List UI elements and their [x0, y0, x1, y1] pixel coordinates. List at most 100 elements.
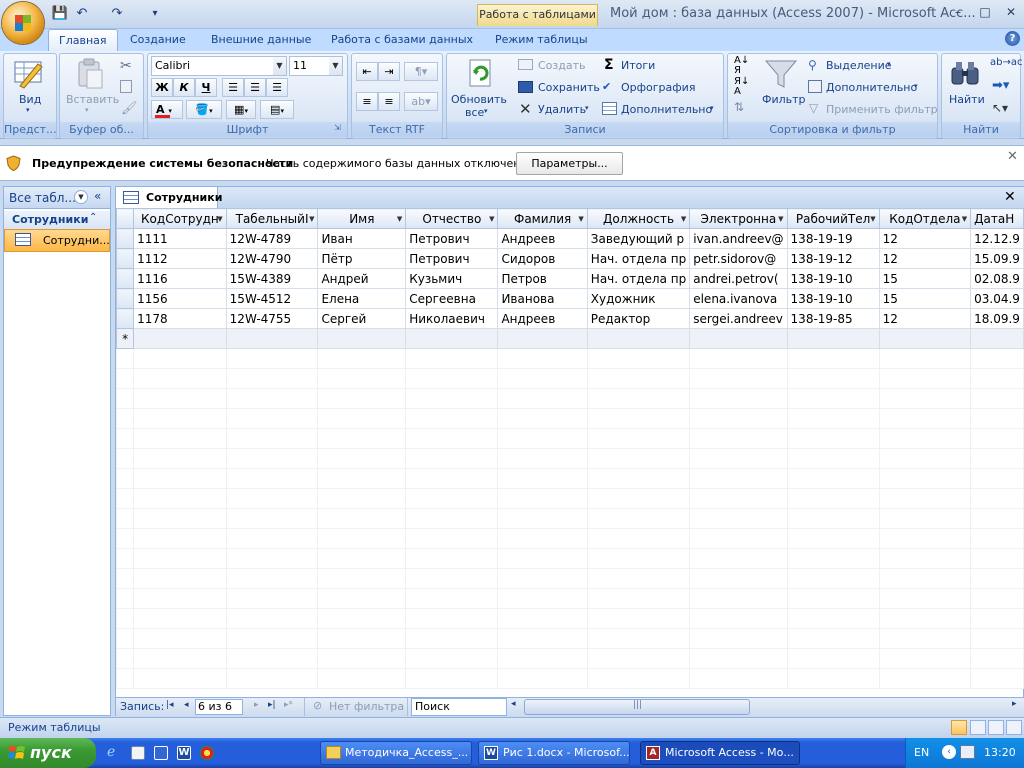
- column-dropdown-icon[interactable]: ▼: [489, 215, 494, 223]
- datasheet-view-icon[interactable]: [951, 720, 967, 735]
- align-left-button[interactable]: ☰: [222, 78, 244, 97]
- table-cell[interactable]: Кузьмич: [405, 268, 499, 289]
- table-cell[interactable]: 15: [878, 288, 972, 309]
- scroll-right-icon[interactable]: ▸: [1012, 699, 1017, 709]
- selection-dropdown-icon[interactable]: ▾: [887, 60, 891, 68]
- table-cell[interactable]: [497, 328, 588, 349]
- table-cell[interactable]: 03.04.9: [970, 288, 1024, 309]
- gridlines-button[interactable]: ▦▾: [226, 100, 256, 119]
- tab-external-data[interactable]: Внешние данные: [201, 29, 321, 51]
- advanced-filter-button[interactable]: Дополнительно: [826, 81, 917, 94]
- table-cell[interactable]: Нач. отдела пр: [586, 268, 691, 289]
- table-cell[interactable]: 1112: [133, 248, 227, 269]
- nav-pane-dropdown-icon[interactable]: ▼: [74, 190, 88, 204]
- scroll-left-icon[interactable]: ◂: [511, 699, 516, 709]
- select-all-corner[interactable]: [115, 208, 135, 229]
- nav-item-employees-table[interactable]: Сотрудни...: [4, 229, 110, 252]
- table-cell[interactable]: 12.12.9: [970, 228, 1024, 249]
- refresh-button[interactable]: Обновить: [451, 93, 507, 106]
- highlight-icon[interactable]: ab▾: [404, 92, 438, 111]
- find-button[interactable]: Найти: [949, 93, 985, 106]
- font-name-combo[interactable]: Calibri ▼: [151, 56, 287, 76]
- sort-descending-icon[interactable]: Я↓ A: [734, 77, 749, 97]
- column-header[interactable]: Должность ▼: [586, 208, 691, 229]
- table-cell[interactable]: 1156: [133, 288, 227, 309]
- table-row[interactable]: 1116 15W-4389 Андрей Кузьмич Петров Нач. отде…: [115, 268, 1024, 289]
- table-cell[interactable]: 15.09.9: [970, 248, 1024, 269]
- format-painter-icon[interactable]: 🖌: [121, 101, 138, 116]
- table-cell[interactable]: Елена: [317, 288, 407, 309]
- table-cell[interactable]: 12W-4790: [225, 248, 319, 269]
- table-cell[interactable]: [786, 328, 880, 349]
- font-size-combo[interactable]: 11 ▼: [289, 56, 343, 76]
- qat-redo-icon[interactable]: ↷: [108, 5, 126, 23]
- table-cell[interactable]: elena.ivanova: [689, 288, 788, 309]
- table-cell[interactable]: [225, 328, 319, 349]
- new-record-nav-icon[interactable]: ▸*: [284, 700, 293, 710]
- tab-database-tools[interactable]: Работа с базами данных: [321, 29, 483, 51]
- table-cell[interactable]: sergei.andreev: [689, 308, 788, 329]
- new-record-row[interactable]: *: [115, 328, 1024, 349]
- table-cell[interactable]: Иван: [317, 228, 407, 249]
- column-dropdown-icon[interactable]: ▼: [962, 215, 967, 223]
- refresh-button-line2[interactable]: все: [465, 106, 484, 119]
- table-cell[interactable]: 18.09.9: [970, 308, 1024, 329]
- filter-indicator[interactable]: ⊘ Нет фильтра: [304, 698, 408, 716]
- table-cell[interactable]: 15: [878, 268, 972, 289]
- table-cell[interactable]: [970, 328, 1024, 349]
- advanced-filter-dropdown-icon[interactable]: ▾: [914, 82, 918, 90]
- table-cell[interactable]: [405, 328, 499, 349]
- filter-button[interactable]: Фильтр: [762, 93, 806, 106]
- taskbar-window-word[interactable]: W Рис 1.docx - Microsof...: [478, 741, 630, 765]
- column-header[interactable]: КодОтдела ▼: [878, 208, 972, 229]
- table-cell[interactable]: [317, 328, 407, 349]
- table-cell[interactable]: Сидоров: [497, 248, 588, 269]
- table-cell[interactable]: Сергей: [317, 308, 407, 329]
- table-cell[interactable]: petr.sidorov@: [689, 248, 788, 269]
- record-selector[interactable]: [115, 268, 135, 289]
- table-cell[interactable]: Сергеевна: [405, 288, 499, 309]
- nav-pane-header[interactable]: Все табл... ▼ «: [4, 187, 110, 209]
- bold-button[interactable]: Ж: [151, 78, 173, 97]
- more-records-button[interactable]: Дополнительно: [621, 103, 712, 116]
- table-row[interactable]: 1112 12W-4790 Пётр Петрович Сидоров Нач. отде…: [115, 248, 1024, 269]
- table-row[interactable]: 1156 15W-4512 Елена Сергеевна Иванова Художни…: [115, 288, 1024, 309]
- column-dropdown-icon[interactable]: ▼: [778, 215, 783, 223]
- horizontal-scroll-thumb[interactable]: |||: [524, 699, 750, 715]
- qat-undo-icon[interactable]: ↶: [73, 5, 91, 23]
- security-options-button[interactable]: Параметры...: [516, 152, 623, 175]
- table-cell[interactable]: 12: [878, 308, 972, 329]
- language-indicator[interactable]: EN: [914, 746, 929, 759]
- toggle-filter-button[interactable]: Применить фильтр: [826, 103, 938, 116]
- column-header[interactable]: Имя ▼: [317, 208, 407, 229]
- select-icon[interactable]: ↖▾: [992, 101, 1008, 115]
- save-record-button[interactable]: Сохранить: [538, 81, 600, 94]
- table-cell[interactable]: 1178: [133, 308, 227, 329]
- nav-pane-collapse-icon[interactable]: «: [94, 189, 101, 203]
- table-cell[interactable]: Петров: [497, 268, 588, 289]
- numbering-icon[interactable]: ≡: [356, 92, 378, 111]
- column-header[interactable]: ТабельныйI ▼: [225, 208, 319, 229]
- table-cell[interactable]: 12W-4789: [225, 228, 319, 249]
- previous-record-icon[interactable]: ◂: [184, 700, 189, 710]
- table-cell[interactable]: [689, 328, 788, 349]
- column-header[interactable]: Фамилия ▼: [497, 208, 588, 229]
- record-selector[interactable]: [115, 248, 135, 269]
- new-record-button[interactable]: Создать: [538, 59, 586, 72]
- column-header[interactable]: ДатаН: [970, 208, 1024, 229]
- quicklaunch-app-icon[interactable]: [154, 746, 168, 760]
- table-cell[interactable]: 138-19-19: [786, 228, 880, 249]
- paste-dropdown-icon[interactable]: ▾: [85, 106, 89, 114]
- sort-ascending-icon[interactable]: A↓ Я: [734, 56, 749, 76]
- spelling-button[interactable]: Орфография: [621, 81, 695, 94]
- column-dropdown-icon[interactable]: ▼: [870, 215, 875, 223]
- clear-sort-icon[interactable]: ⇅: [734, 100, 744, 114]
- table-cell[interactable]: [878, 328, 972, 349]
- totals-button[interactable]: Итоги: [621, 59, 655, 72]
- table-cell[interactable]: 1111: [133, 228, 227, 249]
- network-icon[interactable]: [960, 745, 975, 759]
- table-cell[interactable]: 12: [878, 228, 972, 249]
- table-row[interactable]: 1178 12W-4755 Сергей Николаевич Андреев Редак…: [115, 308, 1024, 329]
- align-center-button[interactable]: ☰: [244, 78, 266, 97]
- table-cell[interactable]: [133, 328, 227, 349]
